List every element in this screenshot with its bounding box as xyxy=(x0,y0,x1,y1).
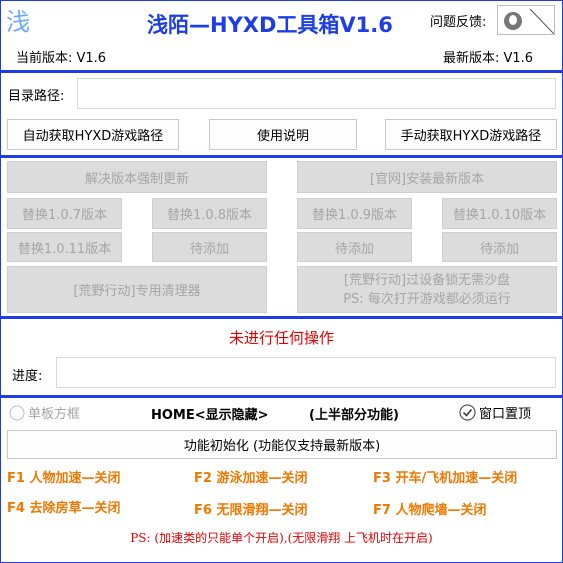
device-lock-line2: PS: 每次打开游戏都必须运行 xyxy=(343,291,511,307)
progress-input[interactable] xyxy=(56,357,556,388)
hotkey-f6: F6 无限滑翔—关闭 xyxy=(194,503,308,518)
logo: 浅 xyxy=(6,8,30,36)
device-lock-button[interactable]: [荒野行动]过设备锁无需沙盘 PS: 每次打开游戏都必须运行 xyxy=(297,266,557,313)
replace-108-button[interactable]: 替换1.0.8版本 xyxy=(152,198,267,229)
divider-3 xyxy=(0,316,563,319)
replace-107-button[interactable]: 替换1.0.7版本 xyxy=(7,198,122,229)
home-label: HOME<显示隐藏> xyxy=(151,408,269,423)
replace-1010-button[interactable]: 替换1.0.10版本 xyxy=(442,198,557,229)
divider-1 xyxy=(0,70,563,73)
force-update-button[interactable]: 解决版本强制更新 xyxy=(7,161,267,193)
replace-109-button[interactable]: 替换1.0.9版本 xyxy=(297,198,412,229)
hotkey-f4: F4 去除房草—关闭 xyxy=(7,501,121,516)
manual-path-button[interactable]: 手动获取HYXD游戏路径 xyxy=(385,119,557,150)
init-button[interactable]: 功能初始化 (功能仅支持最新版本) xyxy=(7,430,557,459)
latest-version: 最新版本: V1.6 xyxy=(443,51,534,66)
path-input[interactable] xyxy=(77,78,556,109)
hotkey-f1: F1 人物加速—关闭 xyxy=(7,471,121,486)
feedback-button[interactable] xyxy=(497,5,555,35)
footer-note: PS: (加速类的只能单个开启),(无限滑翔 上飞机时在开启) xyxy=(130,531,433,545)
hotkey-f2: F2 游泳加速—关闭 xyxy=(194,471,308,486)
official-install-button[interactable]: [官网]安装最新版本 xyxy=(297,161,557,193)
upper-note: (上半部分功能) xyxy=(309,408,399,423)
current-version: 当前版本: V1.6 xyxy=(16,51,107,66)
cleaner-button[interactable]: [荒野行动]专用清理器 xyxy=(7,266,267,313)
hotkey-f3: F3 开车/飞机加速—关闭 xyxy=(373,471,518,486)
pending-button-1[interactable]: 待添加 xyxy=(152,232,267,262)
single-board-label: 单板方框 xyxy=(28,407,81,422)
path-label: 目录路径: xyxy=(8,89,65,104)
device-lock-line1: [荒野行动]过设备锁无需沙盘 xyxy=(343,272,511,288)
feedback-label: 问题反馈: xyxy=(430,15,487,30)
auto-path-button[interactable]: 自动获取HYXD游戏路径 xyxy=(7,119,179,150)
topmost-label: 窗口置顶 xyxy=(479,407,532,422)
status-message: 未进行任何操作 xyxy=(228,329,334,347)
divider-2 xyxy=(0,155,563,158)
single-board-radio[interactable]: 单板方框 xyxy=(9,403,80,422)
pending-button-2[interactable]: 待添加 xyxy=(297,232,412,262)
hotkey-f7: F7 人物爬墙—关闭 xyxy=(373,503,487,518)
radio-icon xyxy=(9,405,25,420)
check-circle-icon xyxy=(459,404,476,421)
topmost-checkbox[interactable]: 窗口置顶 xyxy=(459,403,531,422)
replace-1011-button[interactable]: 替换1.0.11版本 xyxy=(7,232,122,262)
qq-icon xyxy=(504,8,554,34)
help-button[interactable]: 使用说明 xyxy=(209,119,357,150)
app-title: 浅陌—HYXD工具箱V1.6 xyxy=(147,13,393,37)
pending-button-3[interactable]: 待添加 xyxy=(442,232,557,262)
divider-4 xyxy=(0,395,563,398)
progress-label: 进度: xyxy=(12,369,43,384)
